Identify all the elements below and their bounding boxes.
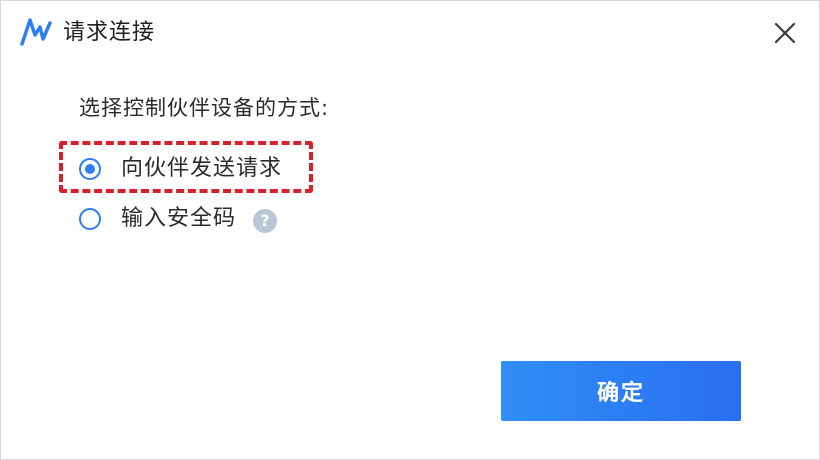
- radio-enter-security-code[interactable]: [79, 208, 101, 230]
- request-connection-dialog: 请求连接 选择控制伙伴设备的方式: 向伙伴发送请求 输入安全码 ? 确定: [0, 0, 820, 460]
- option-enter-security-code-label: 输入安全码: [121, 206, 237, 231]
- app-logo-icon: [20, 18, 52, 46]
- confirm-button[interactable]: 确定: [501, 361, 741, 421]
- option-send-request-label: 向伙伴发送请求: [121, 156, 283, 181]
- radio-send-request[interactable]: [79, 158, 101, 180]
- help-icon[interactable]: ?: [253, 209, 277, 233]
- dialog-title: 请求连接: [63, 20, 156, 45]
- method-prompt: 选择控制伙伴设备的方式:: [79, 96, 330, 120]
- close-icon[interactable]: [765, 13, 805, 53]
- title-bar: 请求连接: [1, 1, 819, 65]
